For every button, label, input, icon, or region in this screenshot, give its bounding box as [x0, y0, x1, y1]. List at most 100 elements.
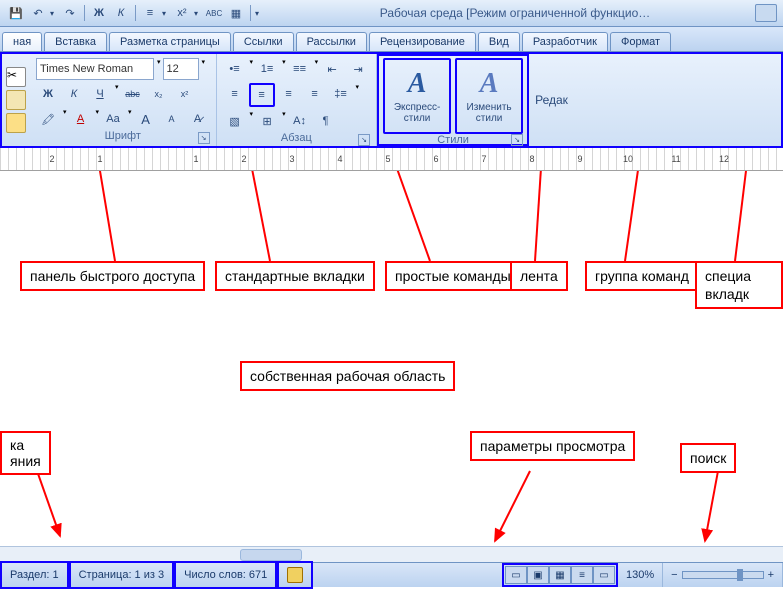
tab-view[interactable]: Вид	[478, 32, 520, 51]
zoom-percent[interactable]: 130%	[618, 563, 663, 587]
minimize-button[interactable]	[755, 4, 777, 22]
tab-review[interactable]: Рецензирование	[369, 32, 476, 51]
change-styles-label: Изменить стили	[457, 102, 521, 124]
font-name-combo[interactable]: Times New Roman	[36, 58, 154, 80]
copy-icon[interactable]	[6, 90, 26, 110]
chevron-down-icon[interactable]: ▾	[96, 108, 100, 130]
print-layout-view-icon[interactable]: ▭	[505, 566, 527, 584]
tab-page-layout[interactable]: Разметка страницы	[109, 32, 231, 51]
chevron-down-icon[interactable]: ▾	[202, 58, 206, 80]
borders-icon[interactable]: ⊞	[255, 110, 279, 132]
save-icon[interactable]: 💾	[6, 3, 26, 23]
change-case-button[interactable]: Aa	[101, 108, 125, 130]
draft-view-icon[interactable]: ▭	[593, 566, 615, 584]
tab-mailings[interactable]: Рассылки	[296, 32, 367, 51]
status-page[interactable]: Страница: 1 из 3	[69, 561, 175, 589]
fullscreen-view-icon[interactable]: ▣	[527, 566, 549, 584]
status-proofing[interactable]	[277, 561, 313, 589]
bold-button[interactable]: Ж	[36, 83, 60, 105]
highlight-icon[interactable]: 🖍	[36, 108, 60, 130]
status-section[interactable]: Раздел: 1	[0, 561, 69, 589]
separator	[135, 5, 136, 21]
ruler-tick: 2	[220, 154, 268, 164]
tab-home[interactable]: ная	[2, 32, 42, 51]
bold-icon[interactable]: Ж	[89, 3, 109, 23]
web-layout-view-icon[interactable]: ▦	[549, 566, 571, 584]
decrease-indent-icon[interactable]: ⇤	[320, 58, 344, 80]
list-dropdown-icon[interactable]: ▾	[162, 9, 170, 18]
undo-dropdown-icon[interactable]: ▾	[50, 9, 58, 18]
zoom-out-button[interactable]: −	[671, 569, 677, 581]
table-icon[interactable]: ▦	[226, 3, 246, 23]
chevron-down-icon[interactable]: ▾	[282, 110, 286, 132]
clear-formatting-button[interactable]: A̷	[186, 108, 210, 130]
status-word-count[interactable]: Число слов: 671	[174, 561, 277, 589]
superscript-button[interactable]: x²	[173, 83, 197, 105]
callout-qat: панель быстрого доступа	[20, 261, 205, 291]
dropdown-icon[interactable]: ▾	[194, 9, 202, 18]
sort-icon[interactable]: A↕	[288, 110, 312, 132]
dialog-launcher-icon[interactable]: ↘	[198, 132, 210, 144]
line-spacing-icon[interactable]: ‡≡	[329, 83, 353, 105]
undo-icon[interactable]: ↶	[28, 3, 48, 23]
grow-font-button[interactable]: A	[134, 108, 158, 130]
strikethrough-button[interactable]: abc	[121, 83, 145, 105]
chevron-down-icon[interactable]: ▾	[157, 58, 161, 80]
quick-styles-button[interactable]: A Экспресс-стили	[383, 58, 451, 134]
ruler-tick: 6	[412, 154, 460, 164]
tab-insert[interactable]: Вставка	[44, 32, 107, 51]
align-left-icon[interactable]: ≡	[223, 83, 247, 105]
ruler-tick: 10	[604, 154, 652, 164]
ribbon-tabs: ная Вставка Разметка страницы Ссылки Рас…	[0, 27, 783, 52]
ruler-tick: 8	[508, 154, 556, 164]
quick-access-toolbar: 💾 ↶ ▾ ↷ Ж К ≡ ▾ x² ▾ ABC ▦ ▾	[6, 3, 263, 23]
show-marks-icon[interactable]: ¶	[314, 110, 338, 132]
tab-developer[interactable]: Разработчик	[522, 32, 608, 51]
multilevel-icon[interactable]: ≡≡	[288, 58, 312, 80]
spelling-icon[interactable]: ABC	[204, 3, 224, 23]
increase-indent-icon[interactable]: ⇥	[346, 58, 370, 80]
superscript-icon[interactable]: x²	[172, 3, 192, 23]
shrink-font-button[interactable]: A	[160, 108, 184, 130]
font-size-combo[interactable]: 12	[163, 58, 199, 80]
italic-icon[interactable]: К	[111, 3, 131, 23]
font-color-button[interactable]: A	[69, 108, 93, 130]
align-right-icon[interactable]: ≡	[277, 83, 301, 105]
chevron-down-icon[interactable]: ▾	[250, 58, 254, 80]
chevron-down-icon[interactable]: ▾	[128, 108, 132, 130]
redo-icon[interactable]: ↷	[60, 3, 80, 23]
underline-button[interactable]: Ч	[88, 83, 112, 105]
italic-button[interactable]: К	[62, 83, 86, 105]
chevron-down-icon[interactable]: ▾	[282, 58, 286, 80]
ruler[interactable]: 2 1 1 2 3 4 5 6 7 8 9 10 11 12	[0, 148, 783, 171]
list-icon[interactable]: ≡	[140, 3, 160, 23]
zoom-slider-thumb[interactable]	[737, 569, 743, 581]
tab-format[interactable]: Формат	[610, 32, 671, 51]
zoom-in-button[interactable]: +	[768, 569, 774, 581]
view-buttons: ▭ ▣ ▦ ≡ ▭	[502, 563, 618, 587]
chevron-down-icon[interactable]: ▾	[63, 108, 67, 130]
align-center-icon[interactable]: ≡	[249, 83, 275, 107]
callout-simple-commands: простые команды	[385, 261, 521, 291]
dialog-launcher-icon[interactable]: ↘	[511, 134, 523, 146]
cut-icon[interactable]: ✂	[6, 67, 26, 87]
format-painter-icon[interactable]	[6, 113, 26, 133]
justify-icon[interactable]: ≡	[303, 83, 327, 105]
chevron-down-icon[interactable]: ▾	[356, 83, 360, 107]
outline-view-icon[interactable]: ≡	[571, 566, 593, 584]
chevron-down-icon[interactable]: ▾	[315, 58, 319, 80]
shading-icon[interactable]: ▧	[223, 110, 247, 132]
qat-customize-icon[interactable]: ▾	[255, 9, 263, 18]
dialog-launcher-icon[interactable]: ↘	[358, 134, 370, 146]
chevron-down-icon[interactable]: ▾	[250, 110, 254, 132]
document-area[interactable]: панель быстрого доступа стандартные вкла…	[0, 171, 783, 521]
bullets-icon[interactable]: •≡	[223, 58, 247, 80]
title-bar: 💾 ↶ ▾ ↷ Ж К ≡ ▾ x² ▾ ABC ▦ ▾ Рабочая сре…	[0, 0, 783, 27]
chevron-down-icon[interactable]: ▾	[115, 83, 119, 105]
tab-references[interactable]: Ссылки	[233, 32, 294, 51]
zoom-slider[interactable]	[682, 571, 764, 579]
scroll-thumb[interactable]	[240, 549, 302, 561]
change-styles-button[interactable]: A Изменить стили	[455, 58, 523, 134]
numbering-icon[interactable]: 1≡	[255, 58, 279, 80]
subscript-button[interactable]: x₂	[147, 83, 171, 105]
